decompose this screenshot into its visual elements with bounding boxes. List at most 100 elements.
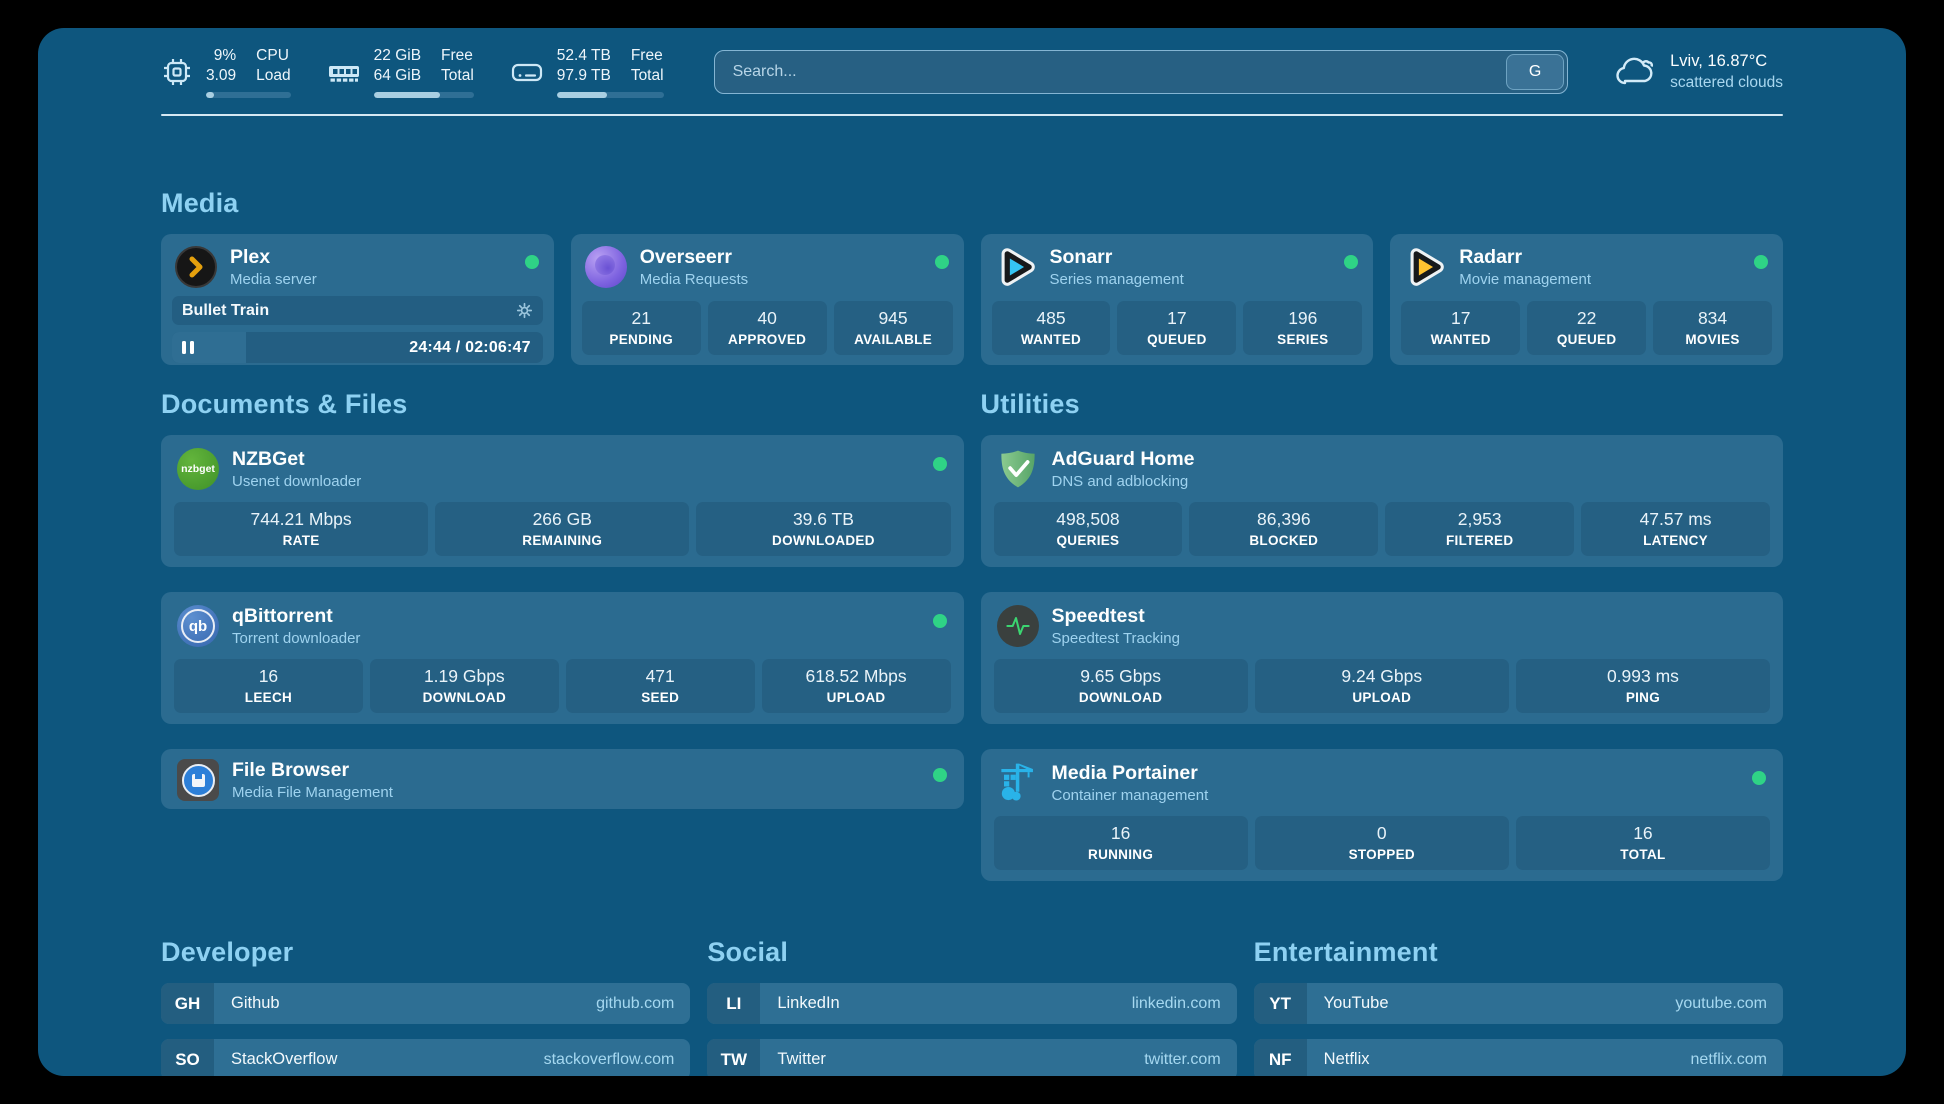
cpu-widget: 9% 3.09 CPU Load xyxy=(161,46,291,98)
memory-free-label: Free xyxy=(441,46,473,66)
stat-pending: 21 PENDING xyxy=(582,301,701,355)
cloud-icon xyxy=(1614,54,1656,90)
filebrowser-title: File Browser xyxy=(232,759,920,782)
portainer-card[interactable]: Media Portainer Container management 16 … xyxy=(981,749,1784,881)
stream-settings-gear-icon[interactable] xyxy=(516,302,533,319)
portainer-title: Media Portainer xyxy=(1052,762,1740,785)
nzbget-title: NZBGet xyxy=(232,448,920,471)
qbittorrent-title: qBittorrent xyxy=(232,605,920,628)
cpu-load-value: 3.09 xyxy=(206,66,236,86)
stat-total: 16 TOTAL xyxy=(1516,816,1770,870)
top-bar: 9% 3.09 CPU Load xyxy=(161,46,1783,98)
stat-blocked: 86,396 BLOCKED xyxy=(1189,502,1378,556)
bookmark-name: Github xyxy=(214,983,596,1024)
stat-approved: 40 APPROVED xyxy=(708,301,827,355)
adguard-title: AdGuard Home xyxy=(1052,448,1767,471)
disk-widget: 52.4 TB 97.9 TB Free Total xyxy=(510,46,664,98)
stat-series: 196 SERIES xyxy=(1243,301,1362,355)
plex-status-online-dot xyxy=(525,255,539,269)
cpu-chip-icon xyxy=(161,56,193,88)
weather-condition: scattered clouds xyxy=(1670,73,1783,93)
section-title-utilities: Utilities xyxy=(981,389,1784,420)
plex-progress-bar: 24:44 / 02:06:47 xyxy=(172,332,543,363)
bookmark-twitter[interactable]: TW Twitter twitter.com xyxy=(707,1039,1236,1076)
disk-total-value: 97.9 TB xyxy=(557,66,611,86)
sonarr-title: Sonarr xyxy=(1050,246,1332,269)
plex-icon xyxy=(175,246,217,288)
bookmark-linkedin[interactable]: LI LinkedIn linkedin.com xyxy=(707,983,1236,1024)
pause-button[interactable] xyxy=(180,337,196,358)
overseerr-status-online-dot xyxy=(935,255,949,269)
sonarr-subtitle: Series management xyxy=(1050,271,1332,288)
playback-time: 24:44 / 02:06:47 xyxy=(409,339,531,357)
filebrowser-subtitle: Media File Management xyxy=(232,784,920,801)
speedtest-pulse-icon xyxy=(997,605,1039,647)
section-title-media: Media xyxy=(161,188,1783,219)
plex-card[interactable]: Plex Media server Bullet Train xyxy=(161,234,554,365)
bookmark-abbr: YT xyxy=(1254,983,1307,1024)
stat-filtered: 2,953 FILTERED xyxy=(1385,502,1574,556)
stat-leech: 16 LEECH xyxy=(174,659,363,713)
search-input[interactable] xyxy=(714,50,1569,94)
bookmark-github[interactable]: GH Github github.com xyxy=(161,983,690,1024)
adguard-shield-icon xyxy=(997,448,1039,490)
bookmark-abbr: SO xyxy=(161,1039,214,1076)
radarr-card[interactable]: Radarr Movie management 17 WANTED 22 QUE… xyxy=(1390,234,1783,365)
adguard-subtitle: DNS and adblocking xyxy=(1052,473,1767,490)
nzbget-status-online-dot xyxy=(933,457,947,471)
bookmark-youtube[interactable]: YT YouTube youtube.com xyxy=(1254,983,1783,1024)
bookmark-abbr: LI xyxy=(707,983,760,1024)
adguard-card[interactable]: AdGuard Home DNS and adblocking 498,508 … xyxy=(981,435,1784,567)
filebrowser-card[interactable]: File Browser Media File Management xyxy=(161,749,964,809)
radarr-subtitle: Movie management xyxy=(1459,271,1741,288)
stat-upload: 9.24 Gbps UPLOAD xyxy=(1255,659,1509,713)
portainer-subtitle: Container management xyxy=(1052,787,1740,804)
speedtest-card[interactable]: Speedtest Speedtest Tracking 9.65 Gbps D… xyxy=(981,592,1784,724)
cpu-usage-label: CPU xyxy=(256,46,289,66)
portainer-status-online-dot xyxy=(1752,771,1766,785)
stat-wanted: 485 WANTED xyxy=(992,301,1111,355)
memory-total-value: 64 GiB xyxy=(374,66,421,86)
sonarr-card[interactable]: Sonarr Series management 485 WANTED 17 Q… xyxy=(981,234,1374,365)
overseerr-icon xyxy=(585,246,627,288)
stat-seed: 471 SEED xyxy=(566,659,755,713)
disk-free-label: Free xyxy=(631,46,663,66)
plex-now-playing-row: Bullet Train xyxy=(172,296,543,325)
bookmark-name: Twitter xyxy=(760,1039,1144,1076)
stat-available: 945 AVAILABLE xyxy=(834,301,953,355)
dashboard-panel: 9% 3.09 CPU Load xyxy=(38,28,1906,1076)
memory-widget: 22 GiB 64 GiB Free Total xyxy=(327,46,474,98)
stat-running: 16 RUNNING xyxy=(994,816,1248,870)
plex-subtitle: Media server xyxy=(230,271,512,288)
weather-widget: Lviv, 16.87°C scattered clouds xyxy=(1614,51,1783,93)
speedtest-title: Speedtest xyxy=(1052,605,1767,628)
search-provider-button[interactable]: G xyxy=(1506,54,1564,90)
sonarr-icon xyxy=(995,246,1037,288)
bookmark-url: github.com xyxy=(596,983,690,1024)
memory-progress-fill xyxy=(374,92,440,98)
overseerr-card[interactable]: Overseerr Media Requests 21 PENDING 40 A… xyxy=(571,234,964,365)
portainer-crane-icon xyxy=(997,762,1039,804)
bookmark-name: Netflix xyxy=(1307,1039,1691,1076)
stat-latency: 47.57 ms LATENCY xyxy=(1581,502,1770,556)
section-title-social: Social xyxy=(707,937,1236,968)
bookmark-netflix[interactable]: NF Netflix netflix.com xyxy=(1254,1039,1783,1076)
disk-progress-track xyxy=(557,92,664,98)
bookmark-stackoverflow[interactable]: SO StackOverflow stackoverflow.com xyxy=(161,1039,690,1076)
bookmark-name: YouTube xyxy=(1307,983,1676,1024)
stat-queued: 22 QUEUED xyxy=(1527,301,1646,355)
bookmark-url: linkedin.com xyxy=(1132,983,1237,1024)
weather-location-temp: Lviv, 16.87°C xyxy=(1670,51,1783,72)
stat-upload: 618.52 Mbps UPLOAD xyxy=(762,659,951,713)
sonarr-status-online-dot xyxy=(1344,255,1358,269)
qbittorrent-card[interactable]: qb qBittorrent Torrent downloader 16 LEE… xyxy=(161,592,964,724)
stat-rate: 744.21 Mbps RATE xyxy=(174,502,428,556)
memory-total-label: Total xyxy=(441,66,474,86)
cpu-progress-fill xyxy=(206,92,214,98)
stat-queued: 17 QUEUED xyxy=(1117,301,1236,355)
disk-total-label: Total xyxy=(631,66,664,86)
stat-downloaded: 39.6 TB DOWNLOADED xyxy=(696,502,950,556)
nzbget-card[interactable]: nzbget NZBGet Usenet downloader 744.21 M… xyxy=(161,435,964,567)
bookmark-url: netflix.com xyxy=(1691,1039,1783,1076)
section-title-entertainment: Entertainment xyxy=(1254,937,1783,968)
